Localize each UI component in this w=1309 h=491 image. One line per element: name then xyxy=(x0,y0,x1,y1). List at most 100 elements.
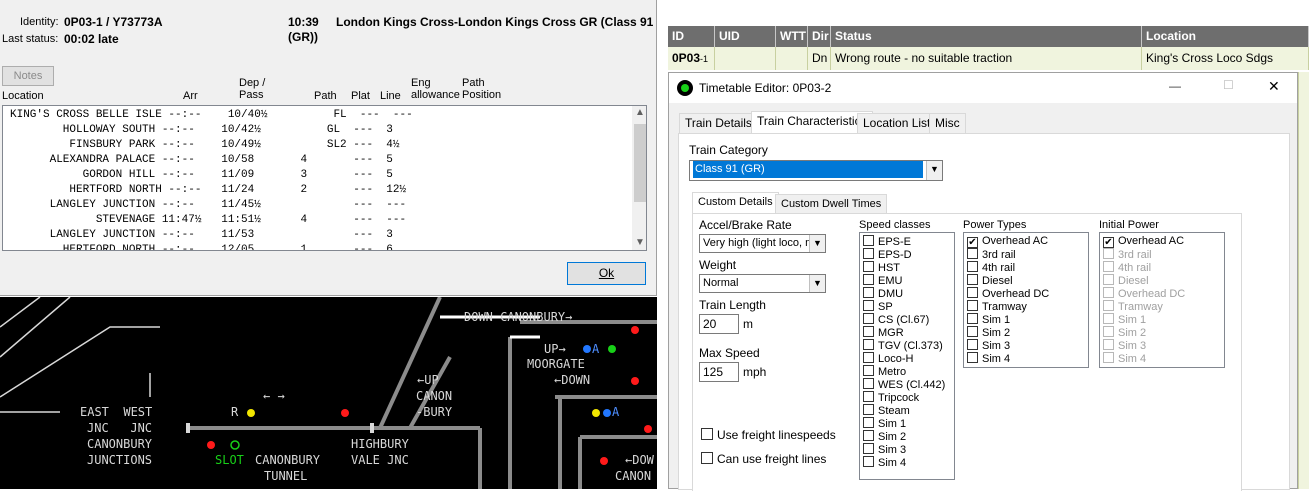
checkbox-item[interactable]: Metro xyxy=(863,365,906,378)
checkbox-item[interactable]: DMU xyxy=(863,287,903,300)
tab-train-characteristics[interactable]: Train Characteristics xyxy=(751,111,873,133)
list-item[interactable]: KING'S CROSS BELLE ISLE --:-- 10/40½ FL … xyxy=(10,108,413,123)
tab-misc[interactable]: Misc xyxy=(929,113,966,133)
list-item[interactable]: LANGLEY JUNCTION --:-- 11/53 --- 3 xyxy=(10,228,393,243)
editor-titlebar[interactable]: Timetable Editor: 0P03-2 — ☐ ✕ xyxy=(669,73,1297,103)
max-speed-input[interactable]: 125 xyxy=(699,362,739,382)
checkbox-icon[interactable] xyxy=(701,452,713,464)
list-item[interactable]: FINSBURY PARK --:-- 10/49½ SL2 --- 4½ xyxy=(10,138,399,153)
minimize-icon[interactable]: — xyxy=(1169,79,1181,93)
checkbox-item[interactable]: Tramway xyxy=(967,300,1027,313)
checkbox-item[interactable]: MGR xyxy=(863,326,904,339)
list-item[interactable]: HERTFORD NORTH --:-- 12/05 1 --- 6 xyxy=(10,243,393,250)
list-item[interactable]: HOLLOWAY SOUTH --:-- 10/42½ GL --- 3 xyxy=(10,123,393,138)
list-scrollbar[interactable]: ▲ ▼ xyxy=(632,106,646,250)
scroll-up-icon[interactable]: ▲ xyxy=(635,107,645,118)
checkbox-icon[interactable] xyxy=(701,428,713,440)
checkbox-icon[interactable] xyxy=(863,352,874,363)
train-category-select[interactable]: Class 91 (GR) ▼ xyxy=(689,160,943,181)
checkbox-icon[interactable] xyxy=(863,404,874,415)
checkbox-icon[interactable] xyxy=(863,365,874,376)
chevron-down-icon[interactable]: ▼ xyxy=(926,161,942,180)
checkbox-icon[interactable] xyxy=(863,326,874,337)
list-item[interactable]: ALEXANDRA PALACE --:-- 10/58 4 --- 5 xyxy=(10,153,393,168)
list-item[interactable]: STEVENAGE 11:47½ 11:51½ 4 --- --- xyxy=(10,213,406,228)
subtab-custom-dwell-times[interactable]: Custom Dwell Times xyxy=(775,194,888,214)
checkbox-icon[interactable] xyxy=(967,339,978,350)
checkbox-item[interactable]: EMU xyxy=(863,274,902,287)
checkbox-item[interactable]: Sim 3 xyxy=(863,443,906,456)
checkbox-icon[interactable] xyxy=(863,378,874,389)
scroll-thumb[interactable] xyxy=(634,124,646,202)
train-table[interactable]: ID UID WTT Dir Status Location 0P03-1 Dn… xyxy=(668,26,1309,70)
notes-button[interactable]: Notes xyxy=(2,66,54,86)
checkbox-item[interactable]: Tripcock xyxy=(863,391,919,404)
maximize-icon[interactable]: ☐ xyxy=(1223,78,1234,92)
checkbox-item[interactable]: Diesel xyxy=(967,274,1013,287)
header-status[interactable]: Status xyxy=(831,26,1142,47)
checkbox-icon[interactable] xyxy=(863,287,874,298)
checkbox-icon[interactable] xyxy=(863,430,874,441)
checkbox-icon[interactable] xyxy=(863,456,874,467)
checkbox-icon[interactable] xyxy=(967,313,978,324)
checkbox-item[interactable]: HST xyxy=(863,261,900,274)
checkbox-item[interactable]: SP xyxy=(863,300,893,313)
checkbox-icon[interactable] xyxy=(863,261,874,272)
checkbox-item[interactable]: CS (Cl.67) xyxy=(863,313,929,326)
checkbox-icon[interactable] xyxy=(863,235,874,246)
checkbox-item[interactable]: Sim 4 xyxy=(967,352,1010,365)
header-location[interactable]: Location xyxy=(1142,26,1309,47)
chevron-down-icon[interactable]: ▼ xyxy=(809,275,825,292)
checkbox-item[interactable]: 4th rail xyxy=(967,261,1015,274)
checkbox-icon[interactable] xyxy=(863,248,874,259)
power-types-list[interactable]: ✔ Overhead AC 3rd rail 4th rail Diesel Overhe… xyxy=(963,232,1089,368)
checkbox-icon[interactable] xyxy=(967,300,978,311)
checkbox-icon[interactable] xyxy=(967,352,978,363)
checkbox-item[interactable]: WES (Cl.442) xyxy=(863,378,945,391)
checkbox-item[interactable]: Overhead DC xyxy=(967,287,1049,300)
weight-select[interactable]: Normal ▼ xyxy=(699,274,826,293)
close-icon[interactable]: ✕ xyxy=(1268,78,1280,95)
timetable-list[interactable]: KING'S CROSS BELLE ISLE --:-- 10/40½ FL … xyxy=(2,105,647,251)
list-item[interactable]: LANGLEY JUNCTION --:-- 11/45½ --- --- xyxy=(10,198,406,213)
checkbox-icon[interactable] xyxy=(863,339,874,350)
list-item[interactable]: HERTFORD NORTH --:-- 11/24 2 --- 12½ xyxy=(10,183,406,198)
scroll-down-icon[interactable]: ▼ xyxy=(635,237,645,248)
checkbox-item[interactable]: Sim 1 xyxy=(967,313,1010,326)
subtab-custom-details[interactable]: Custom Details xyxy=(692,192,779,214)
checkbox-item[interactable]: Loco-H xyxy=(863,352,913,365)
checkbox-icon[interactable] xyxy=(967,261,978,272)
checkbox-item[interactable]: Sim 2 xyxy=(863,430,906,443)
can-use-freight-lines-checkbox[interactable]: Can use freight lines xyxy=(701,452,826,466)
checkbox-icon[interactable] xyxy=(967,248,978,259)
tab-train-details[interactable]: Train Details xyxy=(679,113,758,133)
speed-classes-list[interactable]: EPS-E EPS-D HST EMU DMU SP CS (Cl.67) MGR TGV (C… xyxy=(859,232,955,480)
header-id[interactable]: ID xyxy=(668,26,715,47)
checkbox-icon[interactable] xyxy=(863,391,874,402)
checkbox-item[interactable]: ✔ Overhead AC xyxy=(967,235,1048,248)
checkbox-icon[interactable] xyxy=(863,274,874,285)
ok-button[interactable]: Ok xyxy=(567,262,646,285)
header-wtt[interactable]: WTT xyxy=(776,26,808,47)
table-row[interactable]: 0P03-1 Dn Wrong route - no suitable trac… xyxy=(668,47,1309,70)
checkbox-item[interactable]: Sim 4 xyxy=(863,456,906,469)
checkbox-icon[interactable] xyxy=(863,417,874,428)
header-dir[interactable]: Dir xyxy=(808,26,831,47)
checkbox-item[interactable]: EPS-D xyxy=(863,248,912,261)
tab-location-list[interactable]: Location List xyxy=(857,113,937,133)
checkbox-item[interactable]: Steam xyxy=(863,404,910,417)
accel-select[interactable]: Very high (light loco, m ▼ xyxy=(699,234,826,253)
checkbox-item[interactable]: EPS-E xyxy=(863,235,911,248)
checkbox-icon[interactable] xyxy=(967,287,978,298)
checkbox-item[interactable]: TGV (Cl.373) xyxy=(863,339,943,352)
checkbox-item[interactable]: 3rd rail xyxy=(967,248,1016,261)
list-item[interactable]: GORDON HILL --:-- 11/09 3 --- 5 xyxy=(10,168,393,183)
checkbox-icon[interactable] xyxy=(863,300,874,311)
header-uid[interactable]: UID xyxy=(715,26,776,47)
checkbox-item[interactable]: Sim 1 xyxy=(863,417,906,430)
checkbox-icon[interactable] xyxy=(967,274,978,285)
checkbox-icon[interactable]: ✔ xyxy=(967,237,978,248)
checkbox-icon[interactable] xyxy=(863,313,874,324)
use-freight-linespeeds-checkbox[interactable]: Use freight linespeeds xyxy=(701,428,836,442)
train-length-input[interactable]: 20 xyxy=(699,314,739,334)
